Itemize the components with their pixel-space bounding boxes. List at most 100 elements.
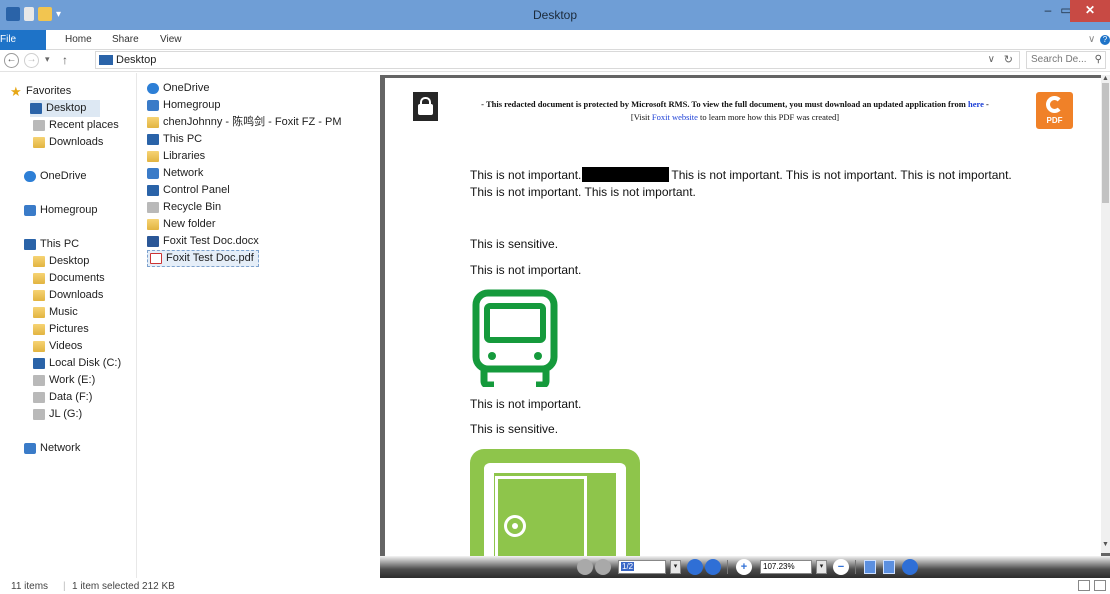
tab-share[interactable]: Share xyxy=(112,30,139,50)
page-number-field[interactable]: 1/2 xyxy=(618,560,666,574)
paragraph-text: This is not important. This is not impor… xyxy=(671,168,1012,182)
pdf-page: - This redacted document is protected by… xyxy=(385,78,1101,556)
list-item[interactable]: Recycle Bin xyxy=(147,199,221,216)
foxit-website-link[interactable]: Foxit website xyxy=(652,112,698,122)
drive-icon xyxy=(33,392,45,403)
sidebar-item-onedrive[interactable]: OneDrive xyxy=(24,168,86,185)
close-button[interactable]: ✕ xyxy=(1070,0,1110,22)
sidebar-item-music[interactable]: Music xyxy=(33,304,78,321)
sidebar-item-jl-g[interactable]: JL (G:) xyxy=(33,406,82,423)
help-icon[interactable]: ? xyxy=(1100,35,1110,45)
zoom-out-icon[interactable]: − xyxy=(833,559,849,575)
sidebar-item-desktop[interactable]: Desktop xyxy=(30,100,101,117)
list-item[interactable]: New folder xyxy=(147,216,216,233)
sidebar-this-pc[interactable]: This PC xyxy=(24,236,79,253)
sidebar-item-pictures[interactable]: Pictures xyxy=(33,321,89,338)
list-item[interactable]: Foxit Test Doc.docx xyxy=(147,233,259,250)
file-name: Control Panel xyxy=(163,184,230,196)
address-field[interactable]: Desktop ∨ ↻ xyxy=(95,51,1020,69)
notice-text: - This redacted document is protected by… xyxy=(481,99,968,109)
sidebar-item-label: Work (E:) xyxy=(49,374,96,386)
sidebar-item-local-disk-c[interactable]: Local Disk (C:) xyxy=(33,355,121,372)
sidebar-item-videos[interactable]: Videos xyxy=(33,338,82,355)
list-item[interactable]: Network xyxy=(147,165,203,182)
preview-scrollbar[interactable]: ▲ ▼ xyxy=(1101,75,1110,553)
tab-view[interactable]: View xyxy=(160,30,182,50)
zoom-field[interactable]: 107.23% xyxy=(760,560,812,574)
sidebar-favorites[interactable]: ★ Favorites xyxy=(10,83,71,100)
drive-icon xyxy=(33,409,45,420)
list-item[interactable]: chenJohnny - 陈鸣剑 - Foxit FZ - PM xyxy=(147,114,341,131)
sidebar-item-data-f[interactable]: Data (F:) xyxy=(33,389,92,406)
large-icons-view-icon[interactable] xyxy=(1094,580,1106,591)
ribbon-expand-icon[interactable]: ∨ xyxy=(1088,30,1095,50)
ribbon-tabs: File Home Share View ∨ ? xyxy=(0,30,1110,50)
file-name: Recycle Bin xyxy=(163,201,222,213)
status-divider: | xyxy=(63,581,66,592)
next-page-icon[interactable] xyxy=(687,559,703,575)
fit-width-icon[interactable] xyxy=(883,560,895,574)
list-item[interactable]: OneDrive xyxy=(147,80,209,97)
page-number-value: 1/2 xyxy=(621,562,635,571)
sidebar-item-downloads[interactable]: Downloads xyxy=(33,134,103,151)
rotate-icon[interactable] xyxy=(902,559,918,575)
address-path: Desktop xyxy=(116,54,157,66)
zoom-in-icon[interactable]: + xyxy=(736,559,752,575)
safe-icon xyxy=(470,449,640,556)
list-item-selected[interactable]: Foxit Test Doc.pdf xyxy=(147,250,259,267)
sidebar-item-homegroup[interactable]: Homegroup xyxy=(24,202,97,219)
tab-home[interactable]: Home xyxy=(65,30,92,50)
list-item[interactable]: Homegroup xyxy=(147,97,220,114)
up-button[interactable]: ↑ xyxy=(62,53,68,67)
visit-suffix: to learn more how this PDF was created] xyxy=(697,112,840,122)
sidebar-item-label: Documents xyxy=(49,272,105,284)
file-name: This PC xyxy=(163,133,203,145)
recent-locations-button[interactable]: ▾ xyxy=(45,54,50,65)
toolbar-divider xyxy=(727,560,728,574)
sidebar-item-network[interactable]: Network xyxy=(24,440,80,457)
scroll-up-icon[interactable]: ▲ xyxy=(1101,75,1110,82)
back-button[interactable]: ← xyxy=(4,53,19,68)
sidebar-item-work-e[interactable]: Work (E:) xyxy=(33,372,95,389)
file-name: Homegroup xyxy=(163,99,221,111)
folder-icon xyxy=(33,307,45,318)
window-title: Desktop xyxy=(532,8,578,22)
desktop-icon xyxy=(99,55,113,65)
forward-button[interactable]: → xyxy=(24,53,39,68)
details-view-icon[interactable] xyxy=(1078,580,1090,591)
rms-notice: - This redacted document is protected by… xyxy=(445,98,1025,124)
here-link[interactable]: here xyxy=(968,99,984,109)
list-item[interactable]: Libraries xyxy=(147,148,205,165)
homegroup-icon xyxy=(147,100,159,111)
first-page-icon[interactable] xyxy=(577,559,593,575)
scroll-down-icon[interactable]: ▼ xyxy=(1101,541,1110,548)
zoom-dropdown-icon[interactable]: ▾ xyxy=(816,560,827,574)
sidebar-item-label: Downloads xyxy=(49,289,104,301)
word-document-icon xyxy=(147,236,159,247)
sidebar-item-label: Videos xyxy=(49,340,83,352)
sidebar-item-label: Data (F:) xyxy=(49,391,93,403)
list-item[interactable]: This PC xyxy=(147,131,202,148)
previous-page-icon[interactable] xyxy=(595,559,611,575)
fit-page-icon[interactable] xyxy=(864,560,876,574)
file-name: Libraries xyxy=(163,150,206,162)
not-important-line-1: This is not important. xyxy=(470,263,582,277)
search-placeholder: Search De... xyxy=(1031,54,1087,65)
tab-file[interactable]: File xyxy=(0,30,46,50)
search-input[interactable]: Search De... ⚲ xyxy=(1026,51,1106,69)
network-icon xyxy=(147,168,159,179)
sidebar-item-pc-desktop[interactable]: Desktop xyxy=(33,253,89,270)
sidebar-item-documents[interactable]: Documents xyxy=(33,270,105,287)
this-pc-icon xyxy=(147,134,159,145)
file-name: Foxit Test Doc.docx xyxy=(163,235,259,247)
sidebar-item-pc-downloads[interactable]: Downloads xyxy=(33,287,103,304)
page-dropdown-icon[interactable]: ▾ xyxy=(670,560,681,574)
sidebar-item-label: Music xyxy=(49,306,78,318)
last-page-icon[interactable] xyxy=(705,559,721,575)
refresh-icon[interactable]: ↻ xyxy=(1004,53,1013,66)
sidebar-item-recent-places[interactable]: Recent places xyxy=(33,117,119,134)
list-item[interactable]: Control Panel xyxy=(147,182,230,199)
visit-text: [Visit xyxy=(630,112,652,122)
scrollbar-thumb[interactable] xyxy=(1102,83,1109,203)
address-dropdown-icon[interactable]: ∨ xyxy=(988,54,995,65)
